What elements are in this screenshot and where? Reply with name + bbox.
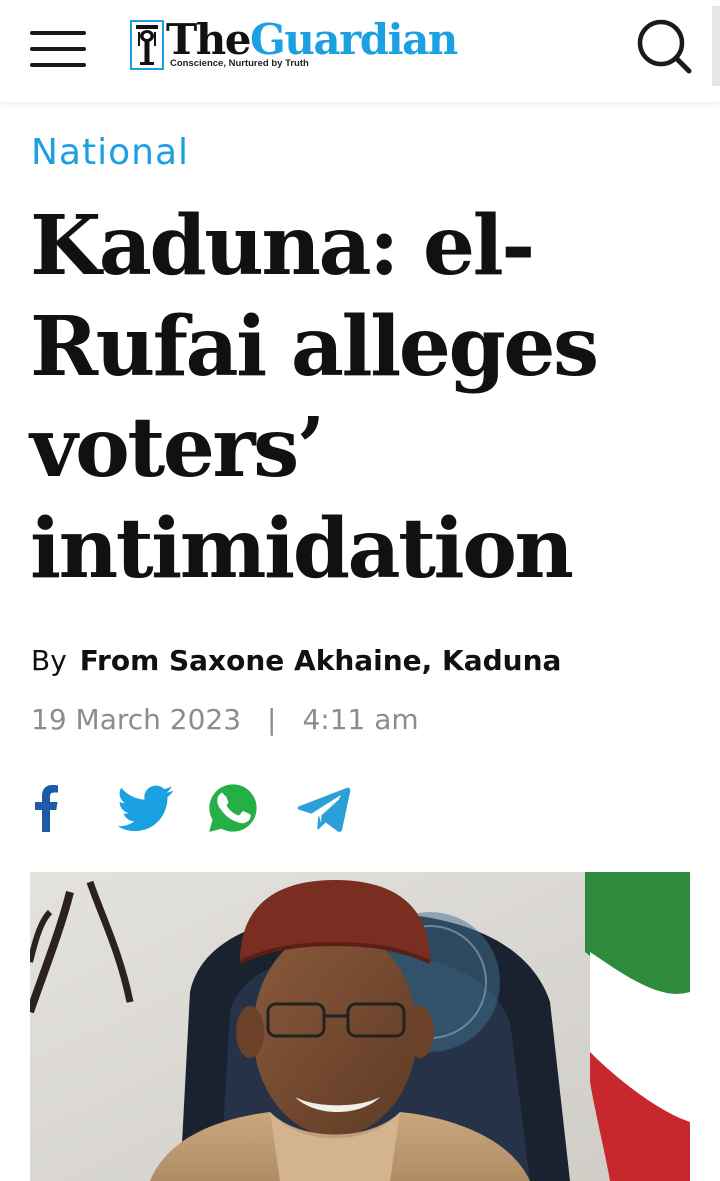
top-bar: TheGuardian Conscience, Nurtured by Trut… <box>0 0 720 102</box>
guardian-emblem-icon <box>130 20 164 70</box>
menu-line <box>30 63 86 67</box>
facebook-icon <box>35 785 58 832</box>
hamburger-menu-icon[interactable] <box>30 31 86 67</box>
byline: By From Saxone Akhaine, Kaduna <box>31 644 561 677</box>
share-twitter-button[interactable] <box>117 780 174 836</box>
publish-date: 19 March 2023 <box>31 703 242 736</box>
menu-line <box>30 31 86 35</box>
publish-dateline: 19 March 2023 | 4:11 am <box>31 703 419 736</box>
author-name[interactable]: From Saxone Akhaine, Kaduna <box>80 644 562 677</box>
whatsapp-icon <box>209 784 257 832</box>
twitter-icon <box>117 785 174 832</box>
search-icon[interactable] <box>634 16 694 76</box>
site-logo[interactable]: TheGuardian Conscience, Nurtured by Trut… <box>128 15 464 76</box>
article-category[interactable]: National <box>31 132 189 173</box>
article-hero-image[interactable] <box>30 872 690 1181</box>
article-headline: Kaduna: el-Rufai alleges voters’ intimid… <box>30 198 599 597</box>
byline-prefix: By <box>31 644 67 677</box>
hero-photo-illustration <box>30 872 690 1181</box>
date-separator: | <box>267 703 277 736</box>
share-telegram-button[interactable] <box>296 780 352 836</box>
logo-guardian: Guardian <box>250 15 458 64</box>
logo-tagline: Conscience, Nurtured by Truth <box>170 58 309 69</box>
share-facebook-button[interactable] <box>22 780 62 836</box>
telegram-icon <box>297 787 351 832</box>
share-whatsapp-button[interactable] <box>206 780 260 836</box>
publish-time: 4:11 am <box>302 703 419 736</box>
menu-line <box>30 47 86 51</box>
scrollbar[interactable] <box>712 6 720 86</box>
logo-the: The <box>166 15 252 64</box>
